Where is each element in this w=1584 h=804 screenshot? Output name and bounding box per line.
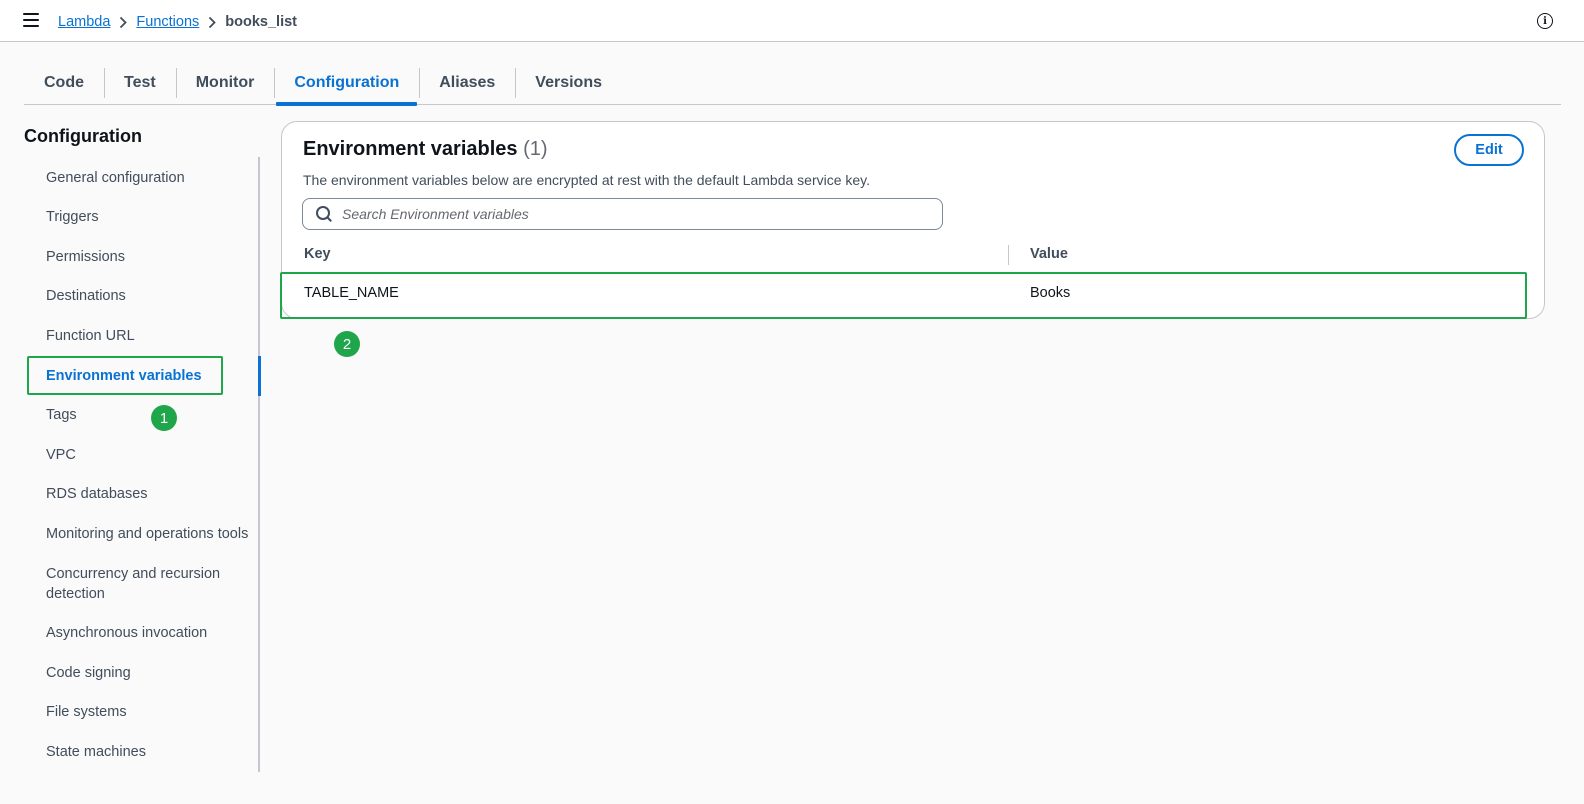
table-cell-value: Books (1030, 285, 1071, 301)
top-bar: Lambda Functions books_list i (0, 0, 1584, 42)
search-input[interactable] (342, 200, 942, 228)
breadcrumb-lambda-link[interactable]: Lambda (58, 14, 110, 30)
chevron-right-icon (199, 16, 225, 29)
sidebar-divider (258, 157, 260, 772)
sidebar-item-general-configuration[interactable]: General configuration (46, 158, 256, 198)
sidebar-item-environment-variables[interactable]: Environment variables (46, 356, 256, 396)
step-1-badge: 1 (151, 405, 177, 431)
breadcrumb: Lambda Functions books_list (58, 12, 297, 32)
sidebar-item-async-invocation[interactable]: Asynchronous invocation (46, 614, 256, 654)
tab-code[interactable]: Code (24, 62, 104, 104)
sidebar-item-function-url[interactable]: Function URL (46, 316, 256, 356)
panel-description: The environment variables below are encr… (303, 172, 871, 188)
tab-monitor[interactable]: Monitor (175, 62, 275, 104)
panel-count: (1) (523, 138, 548, 160)
table-cell-key: TABLE_NAME (304, 285, 399, 301)
sidebar-item-file-systems[interactable]: File systems (46, 693, 256, 733)
tab-aliases[interactable]: Aliases (419, 62, 515, 104)
info-icon[interactable]: i (1537, 13, 1553, 29)
hamburger-menu-icon[interactable] (23, 13, 39, 27)
breadcrumb-current: books_list (225, 14, 297, 30)
column-header-value[interactable]: Value (1030, 246, 1068, 262)
tab-test[interactable]: Test (104, 62, 176, 104)
panel-title: Environment variables (1) (303, 138, 548, 161)
sidebar-item-monitoring-tools[interactable]: Monitoring and operations tools (46, 514, 256, 554)
sidebar-item-permissions[interactable]: Permissions (46, 237, 256, 277)
search-icon (316, 206, 332, 222)
function-tabs: Code Test Monitor Configuration Aliases … (24, 62, 1561, 106)
column-header-key[interactable]: Key (304, 246, 331, 262)
step-2-badge: 2 (334, 331, 360, 357)
column-divider[interactable] (1008, 245, 1009, 265)
tab-versions[interactable]: Versions (515, 62, 622, 104)
environment-variables-panel: Environment variables (1) The environmen… (281, 121, 1545, 319)
sidebar-item-state-machines[interactable]: State machines (46, 732, 256, 772)
chevron-right-icon (110, 16, 136, 29)
sidebar-active-indicator (258, 356, 261, 396)
sidebar-item-vpc[interactable]: VPC (46, 435, 256, 475)
breadcrumb-functions-link[interactable]: Functions (136, 14, 199, 30)
sidebar-item-triggers[interactable]: Triggers (46, 198, 256, 238)
sidebar-item-destinations[interactable]: Destinations (46, 277, 256, 317)
search-box[interactable] (302, 198, 943, 230)
sidebar-item-rds-databases[interactable]: RDS databases (46, 475, 256, 515)
sidebar-nav: General configuration Triggers Permissio… (46, 158, 256, 772)
panel-title-text: Environment variables (303, 138, 518, 160)
sidebar-title: Configuration (24, 126, 142, 146)
tab-configuration[interactable]: Configuration (274, 62, 419, 106)
edit-button[interactable]: Edit (1454, 134, 1524, 166)
sidebar-item-code-signing[interactable]: Code signing (46, 653, 256, 693)
sidebar-item-concurrency[interactable]: Concurrency and recursion detection (46, 554, 256, 614)
